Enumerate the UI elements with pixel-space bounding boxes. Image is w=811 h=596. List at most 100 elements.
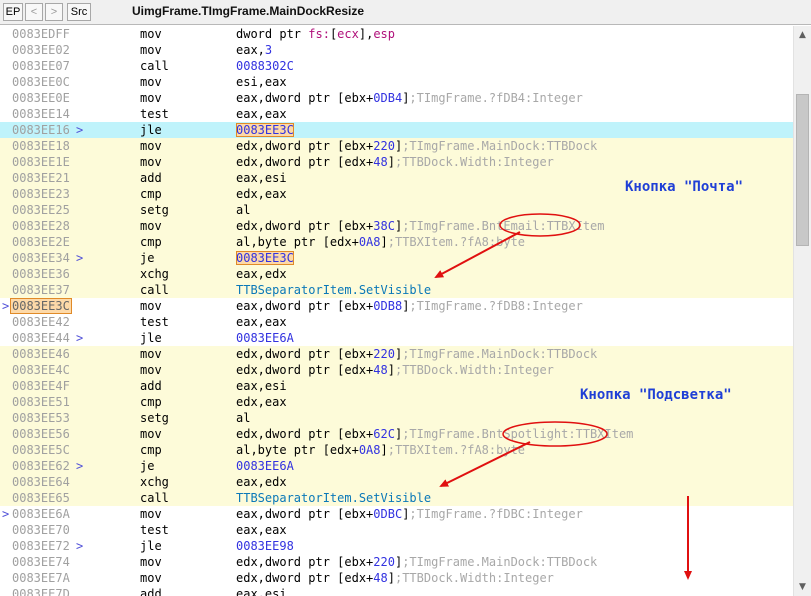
operands: eax,eax	[236, 522, 287, 538]
code-row[interactable]: 0083EE64 xchg eax,edx	[0, 474, 793, 490]
numeric-operand: 0083EE6A	[236, 459, 294, 473]
address[interactable]: 0083EE0C	[12, 74, 70, 90]
code-row[interactable]: >0083EE6A mov eax,dword ptr [ebx+0DBC];TIm…	[0, 506, 793, 522]
address[interactable]: 0083EE64	[12, 474, 70, 490]
code-row[interactable]: 0083EDFF mov dword ptr fs:[ecx],esp	[0, 26, 793, 42]
code-row[interactable]: 0083EE37 call TTBSeparatorItem.SetVisible	[0, 282, 793, 298]
code-row[interactable]: 0083EE5C cmp al,byte ptr [edx+0A8];TTBXIte…	[0, 442, 793, 458]
code-row[interactable]: 0083EE46 mov edx,dword ptr [ebx+220];TImgF…	[0, 346, 793, 362]
scrollbar-thumb[interactable]	[796, 94, 809, 246]
code-row[interactable]: 0083EE62 > je 0083EE6A	[0, 458, 793, 474]
code-row[interactable]: 0083EE1E mov edx,dword ptr [edx+48];TTBDoc…	[0, 154, 793, 170]
operands: TTBSeparatorItem.SetVisible	[236, 282, 431, 298]
back-button[interactable]: <	[25, 3, 43, 21]
address[interactable]: 0083EE1E	[12, 154, 70, 170]
address[interactable]: 0083EE0E	[12, 90, 70, 106]
code-row[interactable]: 0083EE25 setg al	[0, 202, 793, 218]
address[interactable]: 0083EE25	[12, 202, 70, 218]
numeric-operand: 0DB8	[373, 299, 403, 313]
call-target-link[interactable]: TTBSeparatorItem.SetVisible	[236, 491, 431, 505]
code-row[interactable]: 0083EE18 mov edx,dword ptr [ebx+220];TImgF…	[0, 138, 793, 154]
operand-text: edx,eax	[236, 395, 287, 409]
address[interactable]: 0083EE70	[12, 522, 70, 538]
numeric-operand: 220	[373, 347, 395, 361]
jump-target-label[interactable]: 0083EE3C	[236, 251, 294, 265]
address[interactable]: 0083EE53	[12, 410, 70, 426]
code-row[interactable]: 0083EE36 xchg eax,edx	[0, 266, 793, 282]
address[interactable]: 0083EE07	[12, 58, 70, 74]
code-row[interactable]: 0083EE65 call TTBSeparatorItem.SetVisible	[0, 490, 793, 506]
ep-button[interactable]: EP	[3, 3, 23, 21]
mnemonic: cmp	[140, 187, 162, 201]
address[interactable]: 0083EE16	[12, 122, 70, 138]
code-row[interactable]: 0083EE44 > jle 0083EE6A	[0, 330, 793, 346]
code-row[interactable]: 0083EE53 setg al	[0, 410, 793, 426]
address[interactable]: 0083EE42	[12, 314, 70, 330]
code-row[interactable]: 0083EE42 test eax,eax	[0, 314, 793, 330]
address[interactable]: 0083EE46	[12, 346, 70, 362]
numeric-operand: 48	[373, 571, 388, 585]
code-row[interactable]: 0083EE74 mov edx,dword ptr [ebx+220];TImgF…	[0, 554, 793, 570]
address[interactable]: 0083EE7A	[12, 570, 70, 586]
address[interactable]: 0083EE62	[12, 458, 70, 474]
code-row[interactable]: 0083EE72 > jle 0083EE98	[0, 538, 793, 554]
address[interactable]: 0083EE5C	[12, 442, 70, 458]
address[interactable]: 0083EE72	[12, 538, 70, 554]
code-row[interactable]: 0083EE07 call 0088302C	[0, 58, 793, 74]
address[interactable]: 0083EE2E	[12, 234, 70, 250]
code-row[interactable]: 0083EE70 test eax,eax	[0, 522, 793, 538]
address[interactable]: 0083EE37	[12, 282, 70, 298]
operand-text: eax,eax	[236, 107, 287, 121]
code-row[interactable]: 0083EE34 > je 0083EE3C	[0, 250, 793, 266]
address[interactable]: 0083EE14	[12, 106, 70, 122]
forward-button[interactable]: >	[45, 3, 63, 21]
address[interactable]: 0083EE4C	[12, 362, 70, 378]
code-row[interactable]: 0083EE02 mov eax,3	[0, 42, 793, 58]
comment: ;TImgFrame.BntSpotlight:TTBXItem	[402, 427, 634, 441]
address[interactable]: 0083EE6A	[12, 506, 70, 522]
address[interactable]: 0083EDFF	[12, 26, 70, 42]
code-row[interactable]: 0083EE0C mov esi,eax	[0, 74, 793, 90]
code-row[interactable]: 0083EE4C mov edx,dword ptr [edx+48];TTBDoc…	[0, 362, 793, 378]
vertical-scrollbar[interactable]: ▲ ▼	[793, 26, 811, 596]
address[interactable]: 0083EE34	[12, 250, 70, 266]
address[interactable]: 0083EE65	[12, 490, 70, 506]
address[interactable]: 0083EE7D	[12, 586, 70, 596]
disassembly-listing[interactable]: 0083EDFF mov dword ptr fs:[ecx],esp 0083EE0…	[0, 26, 793, 596]
mnemonic: add	[140, 171, 162, 185]
mnemonic: je	[140, 251, 155, 265]
address[interactable]: 0083EE4F	[12, 378, 70, 394]
scroll-down-icon[interactable]: ▼	[794, 580, 811, 594]
code-row[interactable]: 0083EE7D add eax,esi	[0, 586, 793, 596]
code-row[interactable]: 0083EE0E mov eax,dword ptr [ebx+0DB4];TImg…	[0, 90, 793, 106]
operands: TTBSeparatorItem.SetVisible	[236, 490, 431, 506]
mnemonic: setg	[140, 203, 169, 217]
comment: ;TImgFrame.BntEmail:TTBXItem	[402, 219, 605, 233]
code-row[interactable]: 0083EE16 > jle 0083EE3C	[0, 122, 793, 138]
code-row[interactable]: 0083EE56 mov edx,dword ptr [ebx+62C];TImgF…	[0, 426, 793, 442]
operands: eax,dword ptr [ebx+0DB8];TImgFrame.?fDB8…	[236, 298, 583, 314]
address[interactable]: 0083EE56	[12, 426, 70, 442]
code-row[interactable]: 0083EE14 test eax,eax	[0, 106, 793, 122]
address[interactable]: 0083EE51	[12, 394, 70, 410]
code-row[interactable]: 0083EE7A mov edx,dword ptr [edx+48];TTBDoc…	[0, 570, 793, 586]
code-row[interactable]: 0083EE28 mov edx,dword ptr [ebx+38C];TImgF…	[0, 218, 793, 234]
address[interactable]: 0083EE36	[12, 266, 70, 282]
address[interactable]: 0083EE02	[12, 42, 70, 58]
address[interactable]: 0083EE23	[12, 186, 70, 202]
address[interactable]: 0083EE28	[12, 218, 70, 234]
numeric-operand: 0DB4	[373, 91, 403, 105]
jump-target-label[interactable]: 0083EE3C	[236, 123, 294, 137]
code-row[interactable]: 0083EE2E cmp al,byte ptr [edx+0A8];TTBXIte…	[0, 234, 793, 250]
code-row[interactable]: >0083EE3C mov eax,dword ptr [ebx+0DB8];TIm…	[0, 298, 793, 314]
scroll-up-icon[interactable]: ▲	[794, 28, 811, 42]
address[interactable]: 0083EE3C	[10, 298, 72, 314]
address[interactable]: 0083EE74	[12, 554, 70, 570]
address[interactable]: 0083EE44	[12, 330, 70, 346]
src-button[interactable]: Src	[67, 3, 91, 21]
address[interactable]: 0083EE18	[12, 138, 70, 154]
operand-text: eax,edx	[236, 267, 287, 281]
call-target-link[interactable]: TTBSeparatorItem.SetVisible	[236, 283, 431, 297]
operands: edx,dword ptr [ebx+220];TImgFrame.MainDo…	[236, 346, 597, 362]
address[interactable]: 0083EE21	[12, 170, 70, 186]
